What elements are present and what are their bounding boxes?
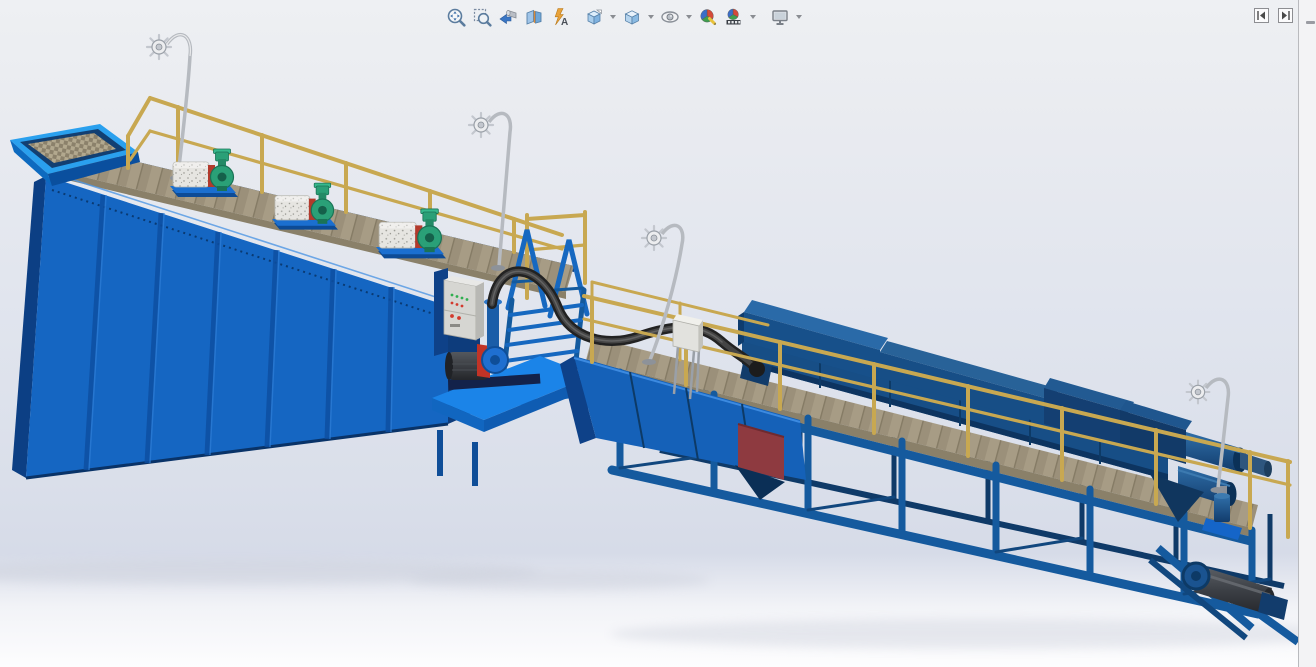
hide-show-items-dropdown[interactable] [683,5,694,29]
expand-pane-right-button[interactable] [1278,8,1293,23]
svg-text:A: A [561,17,568,27]
task-pane-edge[interactable] [1298,0,1316,667]
apply-scene-icon[interactable] [721,5,746,29]
gooseneck-lamp-1[interactable] [147,35,190,181]
apply-scene-dropdown[interactable] [747,5,758,29]
floor-shadows [0,559,1316,649]
dosing-pump-2[interactable] [272,183,338,230]
dosing-pump-3[interactable] [376,209,446,258]
view-settings-icon[interactable] [767,5,792,29]
zoom-to-area-icon[interactable] [469,5,494,29]
collapse-pane-left-button[interactable] [1254,8,1269,23]
annotation-views-icon[interactable]: A [547,5,572,29]
scene-svg[interactable] [0,0,1316,667]
display-style-icon[interactable] [619,5,644,29]
hide-show-items-icon[interactable] [657,5,682,29]
display-pane-controls [1254,8,1293,23]
task-pane-drag-handle[interactable] [1306,21,1315,24]
previous-view-icon[interactable] [495,5,520,29]
flotation-tank-assembly[interactable] [10,35,592,486]
view-orientation-icon[interactable] [581,5,606,29]
view-settings-dropdown[interactable] [793,5,804,29]
view-orientation-dropdown[interactable] [607,5,618,29]
screw-press-assembly[interactable] [560,300,1298,642]
edit-appearance-icon[interactable] [695,5,720,29]
zoom-to-fit-icon[interactable] [443,5,468,29]
control-cabinet[interactable] [444,276,484,340]
heads-up-view-toolbar: A [443,5,804,29]
section-view-icon[interactable] [521,5,546,29]
cad-viewport[interactable]: A [0,0,1316,667]
display-style-dropdown[interactable] [645,5,656,29]
